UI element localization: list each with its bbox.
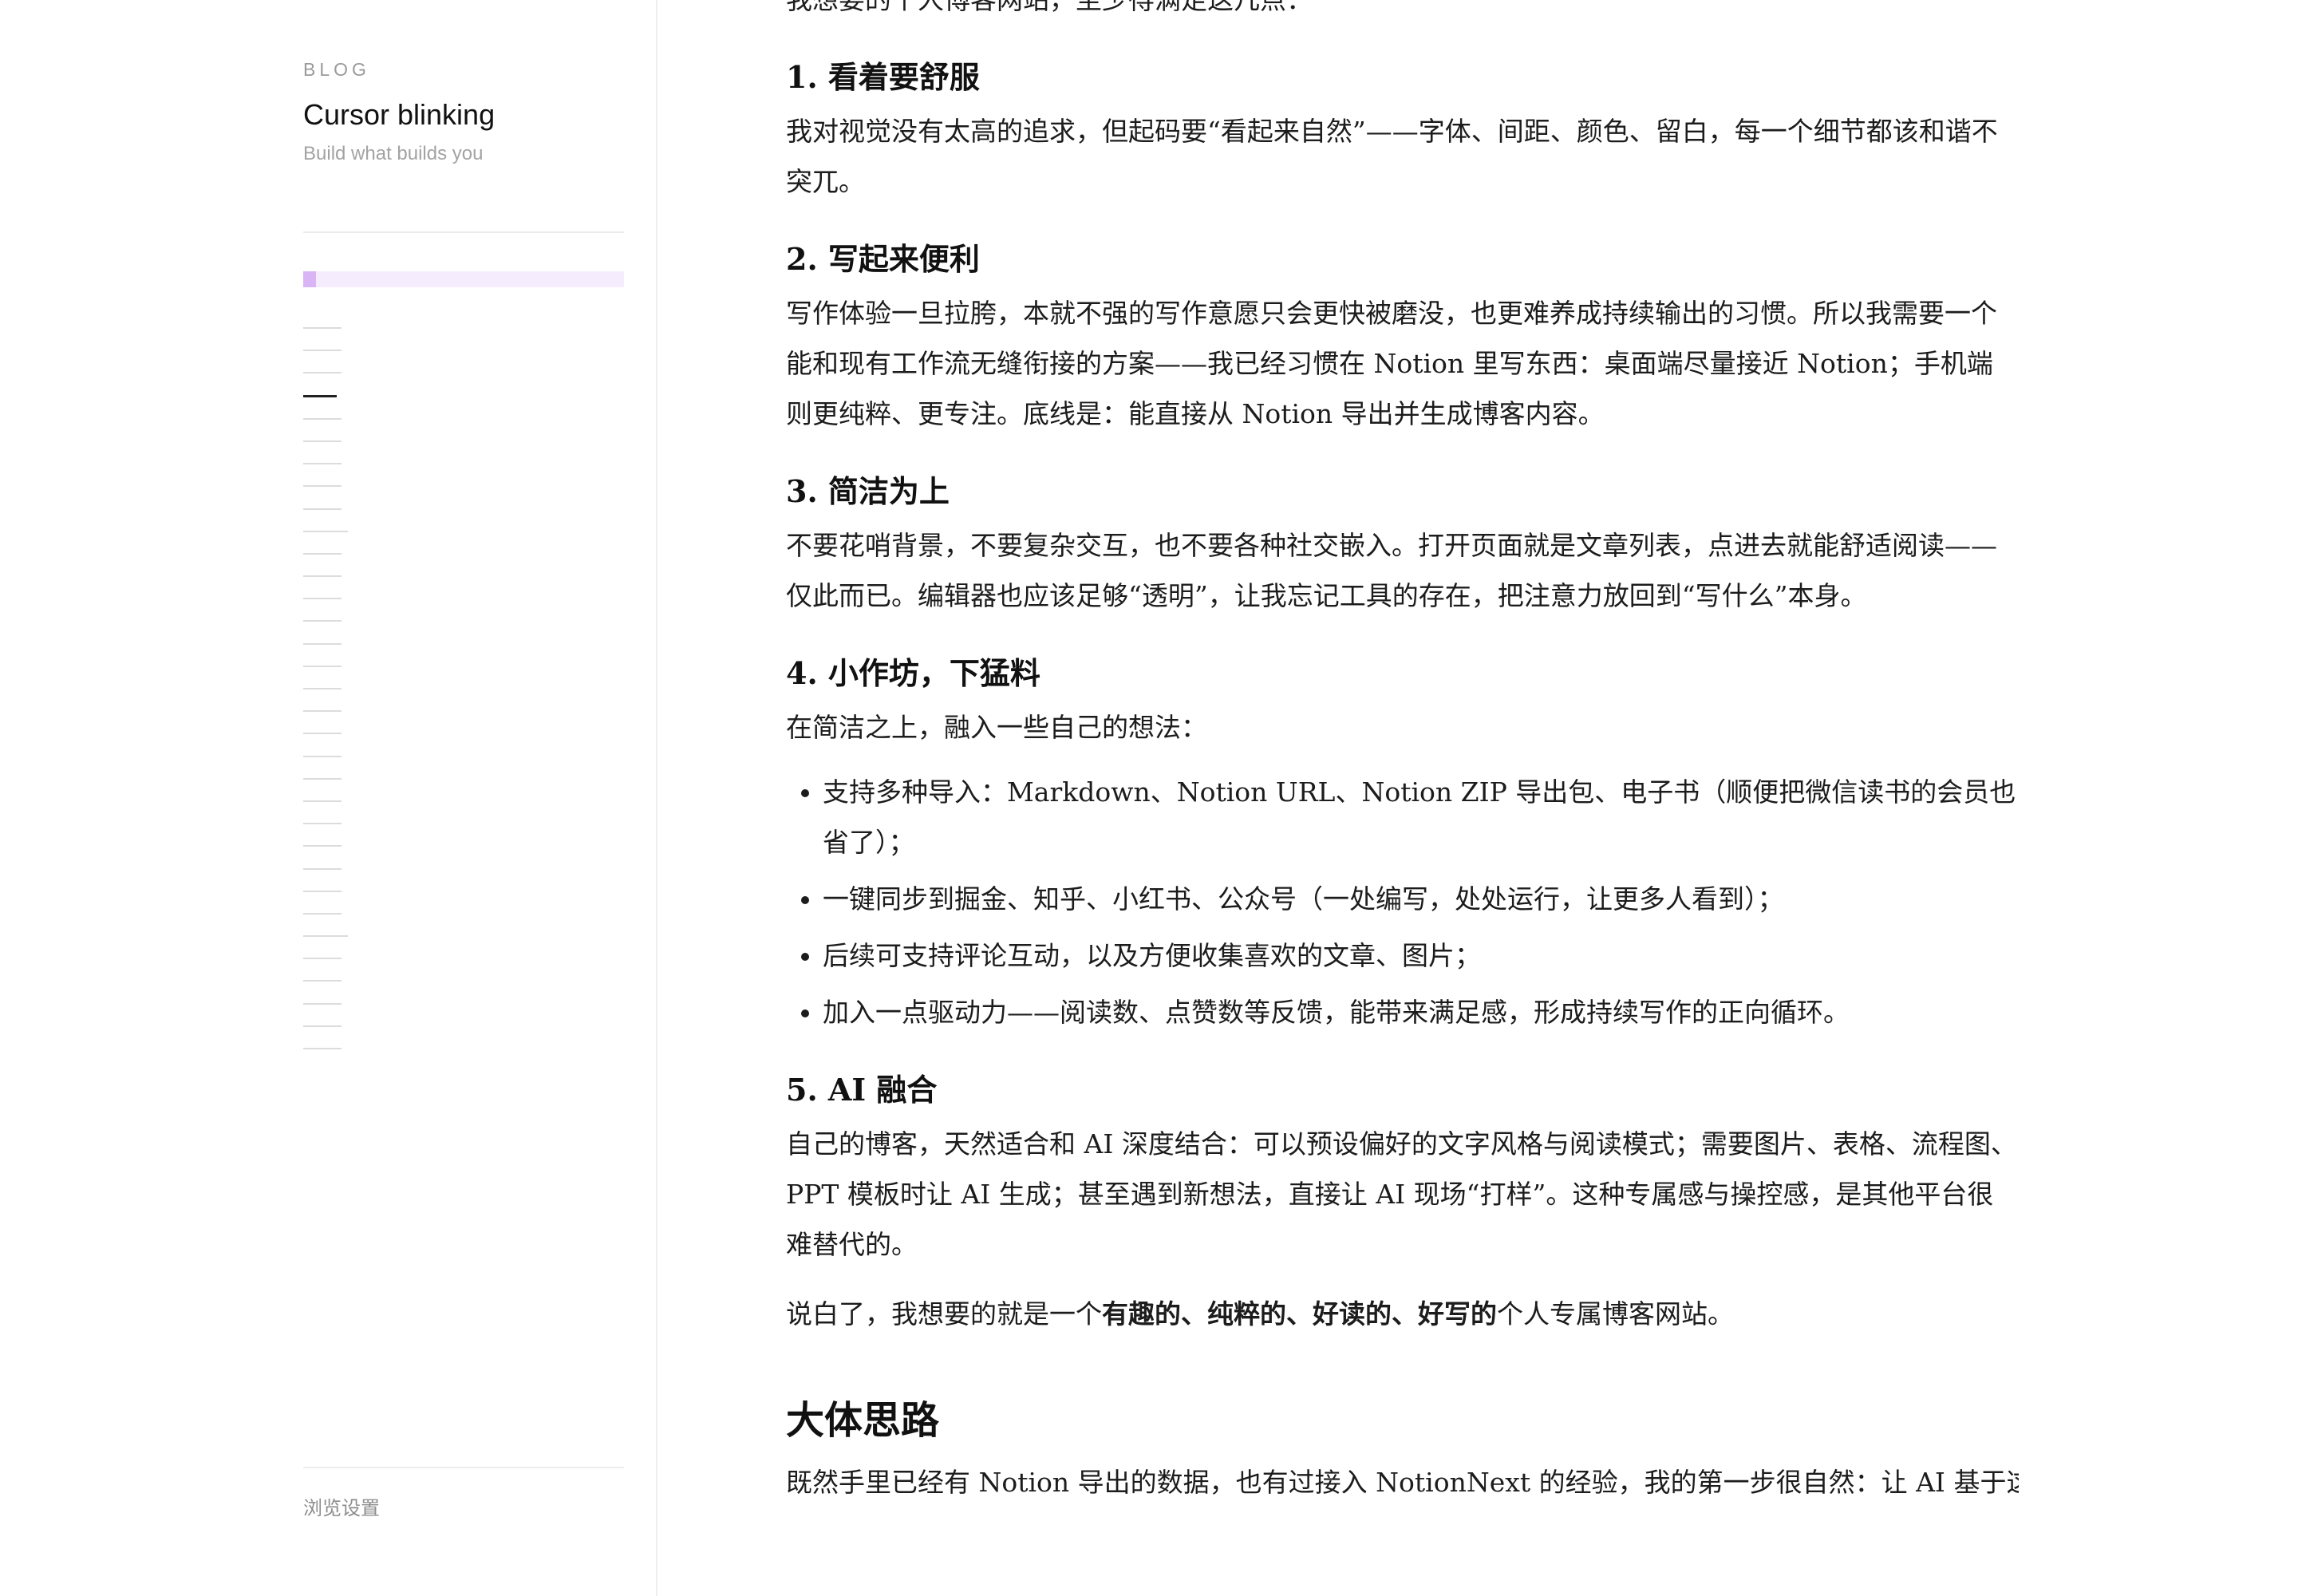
list-item: 支持多种导入：Markdown、Notion URL、Notion ZIP 导出… xyxy=(823,767,2019,867)
toc-marker[interactable] xyxy=(303,665,342,667)
section-simple: 3. 简洁为上 不要花哨背景，不要复杂交互，也不要各种社交嵌入。打开页面就是文章… xyxy=(786,471,2019,621)
approach-heading: 大体思路 xyxy=(786,1398,940,1443)
summary-paragraph: 说白了，我想要的就是一个有趣的、纯粹的、好读的、好写的个人专属博客网站。 xyxy=(786,1289,2019,1339)
toc-marker[interactable] xyxy=(303,530,348,532)
toc-marker[interactable] xyxy=(303,823,342,825)
toc-marker[interactable] xyxy=(303,980,342,982)
list-item: 加入一点驱动力——阅读数、点赞数等反馈，能带来满足感，形成持续写作的正向循环。 xyxy=(823,987,2019,1037)
toc-marker[interactable] xyxy=(303,575,342,578)
section-paragraph: 不要花哨背景，不要复杂交互，也不要各种社交嵌入。打开页面就是文章列表，点进去就能… xyxy=(786,530,1997,611)
section-heading: 2. 写起来便利 xyxy=(786,241,980,277)
sidebar: BLOG Cursor blinking Build what builds y… xyxy=(0,0,657,1596)
toc-marker[interactable] xyxy=(303,642,342,645)
toc-marker[interactable] xyxy=(303,440,342,442)
article-body: 我想要的个人博客网站，至少得满足这几点： 1. 看着要舒服 我对视觉没有太高的追… xyxy=(786,0,2019,1507)
toc-marker[interactable] xyxy=(303,935,348,938)
toc-marker-active[interactable] xyxy=(303,394,337,397)
toc-marker[interactable] xyxy=(303,1002,342,1005)
section-workshop: 4. 小作坊，下猛料 在简洁之上，融入一些自己的想法： 支持多种导入：Markd… xyxy=(786,653,2019,1037)
toc-marker[interactable] xyxy=(303,845,342,847)
toc-marker[interactable] xyxy=(303,1025,342,1027)
section-convenient: 2. 写起来便利 写作体验一旦拉胯，本就不强的写作意愿只会更快被磨没，也更难养成… xyxy=(786,239,2019,439)
table-of-contents-minimap[interactable] xyxy=(303,327,399,1070)
toc-marker[interactable] xyxy=(303,733,342,735)
feature-list: 支持多种导入：Markdown、Notion URL、Notion ZIP 导出… xyxy=(786,767,2019,1037)
section-heading: 5. AI 融合 xyxy=(786,1072,938,1108)
section-paragraph: 我对视觉没有太高的追求，但起码要“看起来自然”——字体、间距、颜色、留白，每一个… xyxy=(786,116,1998,197)
summary-text: 说白了，我想要的就是一个 xyxy=(786,1298,1102,1329)
reading-settings-button[interactable]: 浏览设置 xyxy=(303,1492,380,1520)
sidebar-footer-divider xyxy=(303,1467,624,1468)
list-item: 后续可支持评论互动，以及方便收集喜欢的文章、图片； xyxy=(823,930,2019,981)
toc-marker[interactable] xyxy=(303,598,342,600)
article-intro: 我想要的个人博客网站，至少得满足这几点： xyxy=(786,0,2019,25)
toc-marker[interactable] xyxy=(303,1048,342,1049)
blog-title[interactable]: Cursor blinking xyxy=(303,98,495,132)
summary-text-end: 个人专属博客网站。 xyxy=(1497,1298,1734,1329)
toc-marker[interactable] xyxy=(303,372,342,374)
section-ai: 5. AI 融合 自己的博客，天然适合和 AI 深度结合：可以预设偏好的文字风格… xyxy=(786,1069,2019,1270)
toc-marker[interactable] xyxy=(303,890,342,892)
toc-marker[interactable] xyxy=(303,867,342,870)
section-paragraph: 在简洁之上，融入一些自己的想法： xyxy=(786,712,1207,743)
toc-marker[interactable] xyxy=(303,620,342,622)
summary-emphasis: 有趣的、纯粹的、好读的、好写的 xyxy=(1102,1298,1497,1329)
toc-marker[interactable] xyxy=(303,463,342,465)
toc-marker[interactable] xyxy=(303,755,342,757)
toc-marker[interactable] xyxy=(303,688,342,689)
section-heading: 3. 简洁为上 xyxy=(786,473,950,509)
section-paragraph: 写作体验一旦拉胯，本就不强的写作意愿只会更快被磨没，也更难养成持续输出的习惯。所… xyxy=(786,298,1997,429)
toc-marker[interactable] xyxy=(303,327,342,329)
toc-marker[interactable] xyxy=(303,710,342,713)
toc-marker[interactable] xyxy=(303,508,342,510)
section-heading: 1. 看着要舒服 xyxy=(786,59,980,95)
list-item: 一键同步到掘金、知乎、小红书、公众号（一处编写，处处运行，让更多人看到）； xyxy=(823,874,2019,924)
toc-marker[interactable] xyxy=(303,777,342,780)
toc-marker[interactable] xyxy=(303,417,342,420)
section-comfortable: 1. 看着要舒服 我对视觉没有太高的追求，但起码要“看起来自然”——字体、间距、… xyxy=(786,57,2019,207)
approach-paragraph: 既然手里已经有 Notion 导出的数据，也有过接入 NotionNext 的经… xyxy=(786,1467,2019,1498)
toc-marker[interactable] xyxy=(303,800,342,802)
toc-marker[interactable] xyxy=(303,958,342,960)
toc-marker[interactable] xyxy=(303,350,342,352)
toc-marker[interactable] xyxy=(303,552,342,555)
sidebar-divider xyxy=(303,231,624,233)
blog-brand[interactable]: BLOG Cursor blinking Build what builds y… xyxy=(303,59,495,165)
section-heading: 4. 小作坊，下猛料 xyxy=(786,655,1040,691)
blog-kicker: BLOG xyxy=(303,59,370,80)
blog-tagline: Build what builds you xyxy=(303,143,484,164)
reading-progress-bar xyxy=(303,271,624,287)
toc-marker[interactable] xyxy=(303,485,342,488)
toc-marker[interactable] xyxy=(303,912,342,915)
section-paragraph: 自己的博客，天然适合和 AI 深度结合：可以预设偏好的文字风格与阅读模式；需要图… xyxy=(786,1128,2017,1260)
reading-progress-fill xyxy=(303,271,317,287)
